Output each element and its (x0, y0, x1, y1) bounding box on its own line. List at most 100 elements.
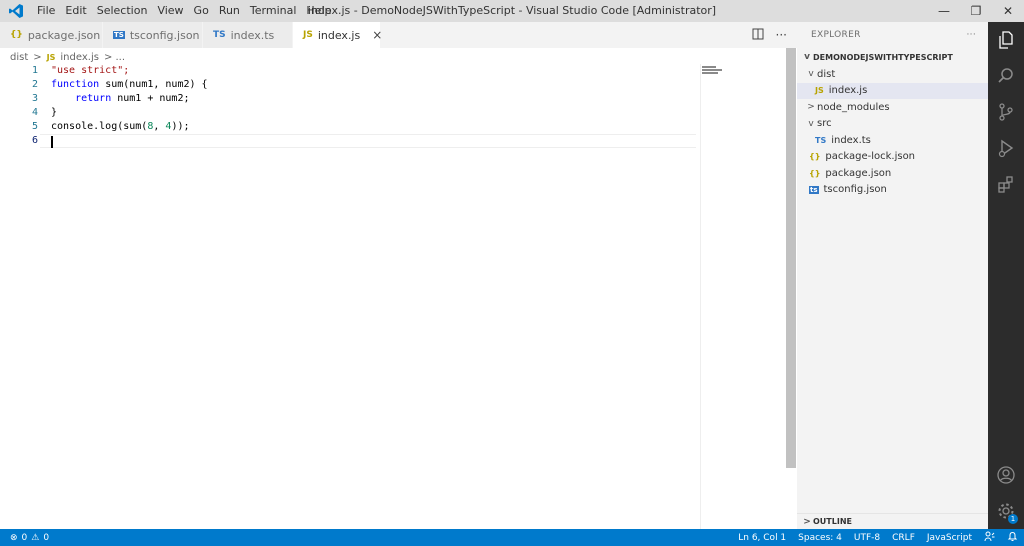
explorer-sidebar: EXPLORER ··· v DEMONODEJSWITHTYPESCRIPT … (797, 22, 988, 529)
tree-item-label: index.ts (831, 134, 871, 146)
status-bar-right: Ln 6, Col 1 Spaces: 4 UTF-8 CRLF JavaScr… (738, 529, 1018, 546)
restore-icon[interactable]: ❐ (960, 0, 992, 22)
code-text: sum(num1, num2) { (99, 79, 208, 90)
menu-file[interactable]: File (32, 0, 60, 22)
close-tab-icon[interactable]: × (372, 28, 382, 42)
search-icon[interactable] (988, 58, 1024, 94)
code-content[interactable]: "use strict"; function sum(num1, num2) {… (51, 64, 208, 148)
code-line: "use strict"; (51, 64, 208, 78)
cursor-position[interactable]: Ln 6, Col 1 (738, 533, 786, 543)
json-file-icon: {} (809, 168, 821, 178)
menu-selection[interactable]: Selection (92, 0, 153, 22)
end-of-line[interactable]: CRLF (892, 533, 915, 543)
menu-edit[interactable]: Edit (60, 0, 91, 22)
breadcrumb-separator: > (33, 51, 42, 63)
source-control-icon[interactable] (988, 94, 1024, 130)
menu-run[interactable]: Run (214, 0, 245, 22)
tab-label: index.ts (230, 28, 275, 42)
settings-gear-icon[interactable]: 1 (988, 493, 1024, 529)
split-editor-icon[interactable] (752, 28, 764, 43)
tree-item-node-modules[interactable]: > node_modules (797, 99, 988, 116)
minimap-line (702, 69, 722, 71)
tsconfig-file-icon: ts (809, 185, 819, 194)
language-mode[interactable]: JavaScript (927, 533, 972, 543)
feedback-icon[interactable] (984, 531, 995, 545)
tree-item-package-lock-json[interactable]: {} package-lock.json (797, 149, 988, 166)
encoding[interactable]: UTF-8 (854, 533, 880, 543)
more-actions-icon[interactable]: ··· (776, 28, 787, 42)
keyword: return (75, 93, 112, 104)
json-file-icon: {} (809, 152, 821, 162)
ts-file-icon: TS (213, 30, 226, 40)
error-icon: ⊗ (10, 532, 18, 543)
tab-label: tsconfig.json (129, 28, 200, 42)
status-bar: ⊗ 0 ⚠ 0 Ln 6, Col 1 Spaces: 4 UTF-8 CRLF… (0, 529, 1024, 546)
js-file-icon: JS (815, 86, 824, 96)
chevron-down-icon: v (804, 52, 810, 62)
more-actions-icon[interactable]: ··· (967, 30, 976, 40)
minimap-line (702, 72, 718, 74)
project-name: DEMONODEJSWITHTYPESCRIPT (813, 52, 953, 62)
tab-index-ts[interactable]: TS index.ts (203, 22, 293, 48)
code-text: console.log(sum( (51, 121, 148, 132)
code-line: return num1 + num2; (51, 92, 208, 106)
line-number-active: 6 (31, 135, 38, 146)
js-file-icon: JS (303, 30, 313, 40)
outline-section-header[interactable]: > OUTLINE (797, 513, 988, 529)
tab-index-js[interactable]: JS index.js × (293, 22, 382, 48)
explorer-files-icon[interactable] (988, 22, 1024, 58)
extensions-icon[interactable] (988, 166, 1024, 202)
tree-item-label: src (817, 118, 832, 130)
line-number: 5 (31, 121, 38, 132)
activity-bar: 1 (988, 22, 1024, 529)
tab-actions: ··· (752, 22, 787, 48)
ts-file-icon: TS (815, 135, 827, 145)
warning-count: 0 (43, 532, 50, 543)
account-icon[interactable] (988, 457, 1024, 493)
editor-tabs: {} package.json TS tsconfig.json TS inde… (0, 22, 797, 48)
chevron-down-icon: v (808, 69, 814, 80)
tree-item-label: index.js (828, 85, 868, 97)
js-file-icon: JS (46, 52, 56, 62)
code-line: } (51, 106, 208, 120)
activity-bar-bottom: 1 (988, 457, 1024, 529)
project-section-header[interactable]: v DEMONODEJSWITHTYPESCRIPT (797, 48, 988, 66)
tree-item-package-json[interactable]: {} package.json (797, 165, 988, 182)
tree-item-index-js[interactable]: JS index.js (797, 82, 988, 99)
close-window-icon[interactable]: ✕ (992, 0, 1024, 22)
tree-item-tsconfig-json[interactable]: ts tsconfig.json (797, 182, 988, 199)
indentation[interactable]: Spaces: 4 (798, 533, 842, 543)
code-text: } (51, 107, 58, 118)
tree-item-dist[interactable]: v dist (797, 66, 988, 83)
line-number-gutter: 1 2 3 4 5 6 (0, 64, 38, 148)
breadcrumb-tail[interactable]: > ... (104, 52, 125, 63)
breadcrumb-file[interactable]: index.js (60, 52, 99, 63)
explorer-header: EXPLORER ··· (797, 22, 988, 48)
menu-go[interactable]: Go (189, 0, 214, 22)
error-count: 0 (21, 532, 28, 543)
tree-item-index-ts[interactable]: TS index.ts (797, 132, 988, 149)
menu-help[interactable]: Help (301, 0, 336, 22)
run-debug-icon[interactable] (988, 130, 1024, 166)
breadcrumb-folder[interactable]: dist (10, 52, 28, 63)
menu-terminal[interactable]: Terminal (245, 0, 302, 22)
code-text: )); (171, 121, 190, 132)
minimap-line (702, 66, 716, 68)
tab-tsconfig-json[interactable]: TS tsconfig.json (103, 22, 203, 48)
notifications-bell-icon[interactable] (1007, 531, 1018, 545)
string-literal: "use strict"; (51, 65, 130, 76)
minimap[interactable] (702, 66, 784, 76)
tab-package-json[interactable]: {} package.json (0, 22, 103, 48)
editor-scrollbar[interactable] (786, 48, 796, 468)
vscode-logo-icon (0, 3, 32, 19)
menu-bar: File Edit Selection View Go Run Terminal… (32, 0, 336, 22)
line-number: 4 (31, 107, 38, 118)
minimize-icon[interactable]: — (928, 0, 960, 22)
code-editor[interactable]: 1 2 3 4 5 6 "use strict"; function sum(n… (0, 64, 785, 529)
problems-indicator[interactable]: ⊗ 0 ⚠ 0 (0, 533, 49, 543)
tree-item-src[interactable]: v src (797, 116, 988, 133)
menu-view[interactable]: View (152, 0, 188, 22)
warning-icon: ⚠ (31, 532, 40, 543)
